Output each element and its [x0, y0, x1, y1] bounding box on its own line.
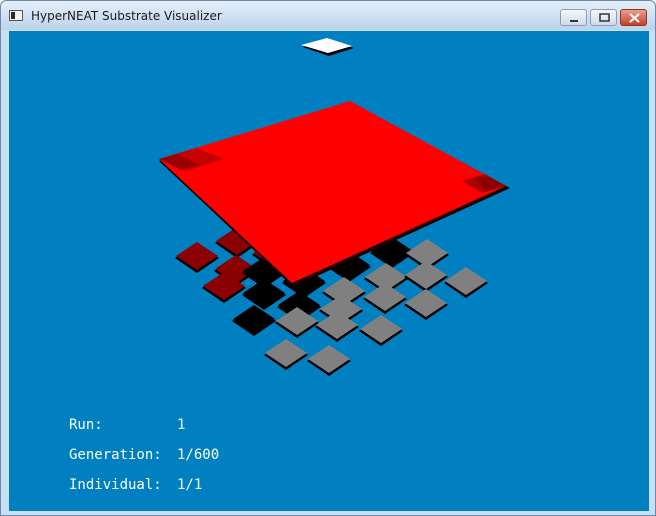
- hud-run: Run: 1: [69, 417, 185, 433]
- maximize-button[interactable]: [590, 9, 617, 26]
- run-label: Run:: [69, 417, 103, 433]
- input-node: [405, 289, 447, 317]
- run-value: 1: [177, 417, 186, 433]
- title-bar[interactable]: HyperNEAT Substrate Visualizer: [1, 1, 655, 30]
- individual-label: Individual:: [69, 477, 162, 493]
- input-node: [308, 345, 350, 373]
- input-node: [233, 305, 275, 333]
- input-node: [445, 267, 487, 295]
- close-icon: [629, 13, 640, 23]
- minimize-icon: [570, 20, 578, 22]
- window-title: HyperNEAT Substrate Visualizer: [31, 9, 222, 23]
- 3d-viewport[interactable]: Run: 1 Generation: 1/600 Individual: 1/1: [9, 31, 649, 511]
- close-button[interactable]: [620, 9, 647, 26]
- generation-label: Generation:: [69, 447, 162, 463]
- input-node: [176, 242, 218, 270]
- maximize-icon: [599, 13, 610, 22]
- individual-value: 1/1: [177, 477, 203, 493]
- app-window: HyperNEAT Substrate Visualizer Run: 1 Ge…: [0, 0, 656, 516]
- input-node: [364, 283, 406, 311]
- input-node: [243, 279, 285, 307]
- generation-value: 1/600: [177, 447, 220, 463]
- hud-generation: Generation: 1/600: [69, 447, 219, 463]
- input-node: [405, 261, 447, 289]
- substrate-scene: [159, 38, 510, 376]
- minimize-button[interactable]: [560, 9, 587, 26]
- app-icon[interactable]: [9, 10, 23, 21]
- input-node: [265, 339, 307, 367]
- hud-individual: Individual: 1/1: [69, 477, 202, 493]
- input-node: [360, 315, 402, 343]
